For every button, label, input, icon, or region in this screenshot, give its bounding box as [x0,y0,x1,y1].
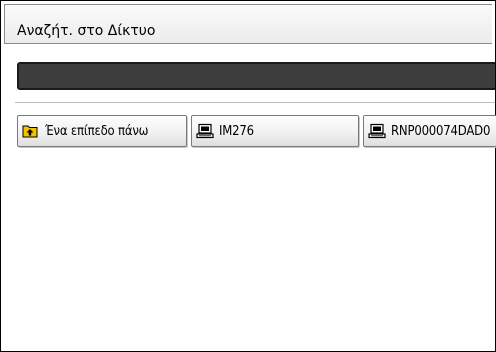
computer-im276-button[interactable]: IM276 [191,115,359,147]
computer-rnp-button[interactable]: RNP000074DAD0 [363,115,496,147]
up-one-level-label: Ένα επίπεδο πάνω [45,123,149,139]
window-title: Αναζήτ. στο Δίκτυο [17,23,156,39]
computer-rnp-label: RNP000074DAD0 [391,123,491,139]
path-field [17,62,495,90]
up-one-level-button[interactable]: Ένα επίπεδο πάνω [17,115,187,147]
computer-icon [368,123,386,139]
title-bar: Αναζήτ. στο Δίκτυο [4,4,492,44]
divider [15,102,495,103]
folder-up-icon [22,123,40,139]
computer-im276-label: IM276 [219,123,254,139]
network-search-window: Αναζήτ. στο Δίκτυο Ένα επίπεδο πάνω IM27… [0,0,496,352]
computer-icon [196,123,214,139]
